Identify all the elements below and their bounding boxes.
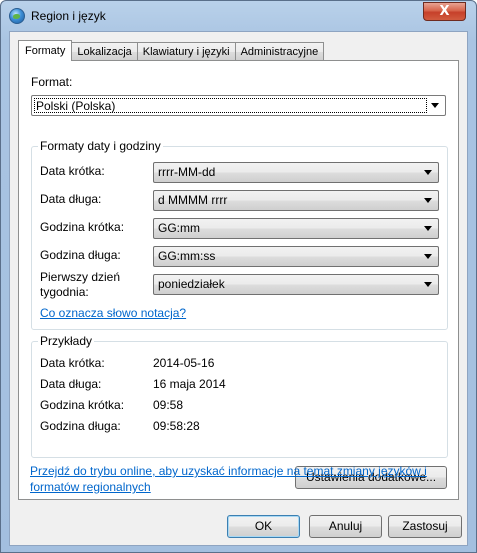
first-day-select[interactable]: poniedziałek — [153, 274, 439, 295]
chevron-down-icon — [424, 170, 432, 175]
example-short-time-label: Godzina krótka: — [40, 398, 125, 412]
tab-klawiatury[interactable]: Klawiatury i języki — [136, 42, 236, 61]
formats-tab-page: Format: Polski (Polska) Formaty daty i g… — [18, 60, 459, 500]
example-long-date-label: Data długa: — [40, 377, 102, 391]
short-time-value: GG:mm — [158, 221, 200, 235]
window-title: Region i język — [31, 9, 106, 23]
cancel-button[interactable]: Anuluj — [309, 515, 382, 538]
chevron-down-icon — [424, 198, 432, 203]
title-bar[interactable]: Region i język X — [1, 1, 476, 31]
datetime-formats-group: Formaty daty i godziny Data krótka: rrrr… — [31, 139, 448, 330]
long-date-value: d MMMM rrrr — [158, 193, 228, 207]
long-time-value: GG:mm:ss — [158, 249, 216, 263]
long-date-label: Data długa: — [40, 192, 102, 206]
short-time-label: Godzina krótka: — [40, 220, 125, 234]
ok-button[interactable]: OK — [227, 515, 300, 538]
online-info-link-line2[interactable]: formatów regionalnych — [30, 480, 151, 494]
example-short-time-value: 09:58 — [153, 398, 184, 412]
chevron-down-icon — [424, 254, 432, 259]
long-date-select[interactable]: d MMMM rrrr — [153, 190, 439, 211]
dialog-client-area: Formaty Lokalizacja Klawiatury i języki … — [9, 31, 468, 546]
online-info-link-line1[interactable]: Przejdź do trybu online, aby uzyskać inf… — [30, 464, 427, 478]
region-dialog-window: Region i język X Formaty Lokalizacja Kla… — [0, 0, 477, 553]
example-long-time-label: Godzina długa: — [40, 419, 121, 433]
example-long-time-value: 09:58:28 — [153, 419, 200, 433]
chevron-down-icon — [424, 282, 432, 287]
first-day-label-line1: Pierwszy dzień — [40, 270, 121, 284]
examples-group-title: Przykłady — [38, 334, 95, 348]
example-short-date-label: Data krótka: — [40, 356, 105, 370]
datetime-group-title: Formaty daty i godziny — [38, 139, 163, 153]
format-label: Format: — [31, 75, 73, 89]
short-date-label: Data krótka: — [40, 164, 105, 178]
first-day-value: poniedziałek — [158, 277, 225, 291]
notation-help-link[interactable]: Co oznacza słowo notacja? — [40, 306, 186, 320]
short-date-select[interactable]: rrrr-MM-dd — [153, 162, 439, 183]
chevron-down-icon — [431, 103, 439, 108]
example-short-date-value: 2014-05-16 — [153, 356, 215, 370]
format-select-value: Polski (Polska) — [34, 98, 427, 113]
short-time-select[interactable]: GG:mm — [153, 218, 439, 239]
close-button[interactable]: X — [423, 2, 466, 21]
long-time-label: Godzina długa: — [40, 248, 121, 262]
tab-strip: Formaty Lokalizacja Klawiatury i języki … — [18, 40, 325, 61]
long-time-select[interactable]: GG:mm:ss — [153, 246, 439, 267]
tab-formaty[interactable]: Formaty — [18, 40, 73, 61]
first-day-label-line2: tygodnia: — [40, 285, 89, 299]
apply-button[interactable]: Zastosuj — [388, 515, 462, 538]
chevron-down-icon — [424, 226, 432, 231]
short-date-value: rrrr-MM-dd — [158, 165, 216, 179]
tab-administracyjne[interactable]: Administracyjne — [234, 42, 325, 61]
examples-group: Przykłady Data krótka: 2014-05-16 Data d… — [31, 334, 448, 458]
tab-lokalizacja[interactable]: Lokalizacja — [71, 42, 138, 61]
format-select[interactable]: Polski (Polska) — [31, 95, 446, 116]
globe-icon — [9, 8, 25, 24]
example-long-date-value: 16 maja 2014 — [153, 377, 226, 391]
